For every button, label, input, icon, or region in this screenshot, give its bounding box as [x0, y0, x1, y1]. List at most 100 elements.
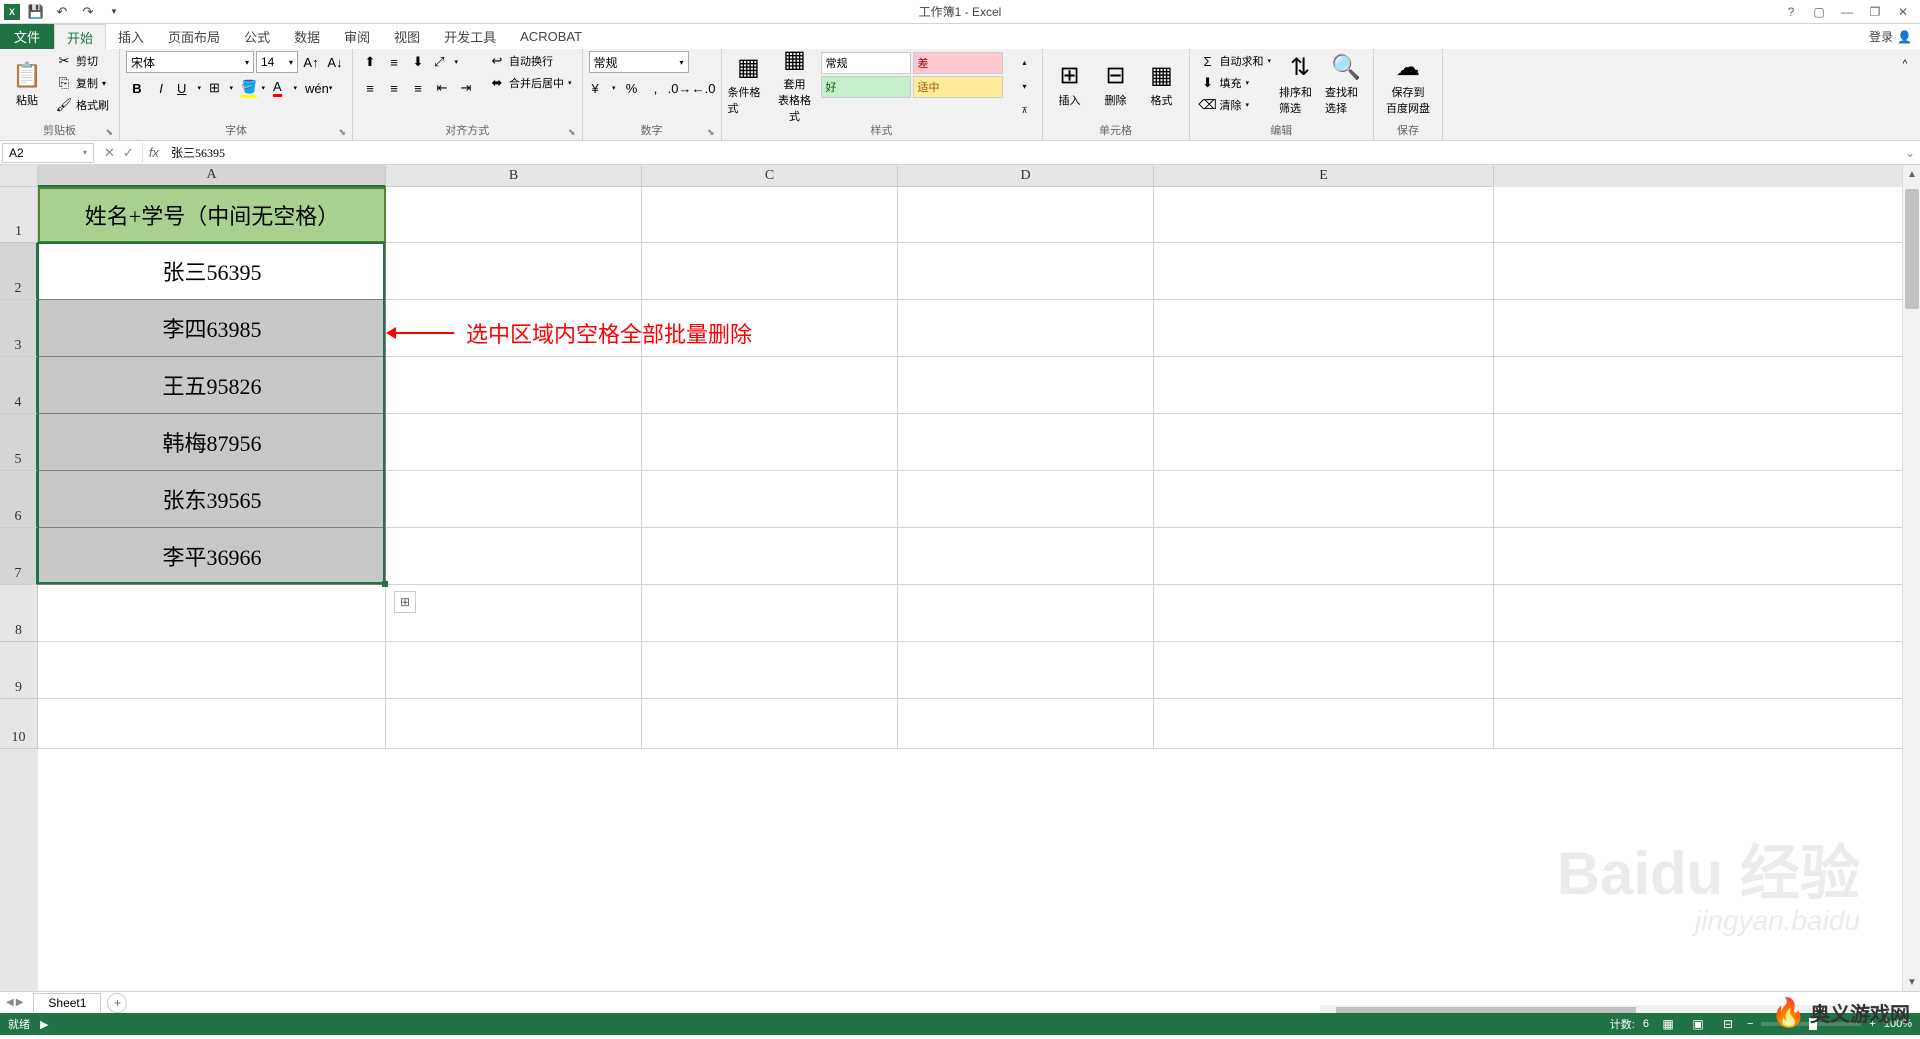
sheet-nav-prev-icon[interactable]: ◀: [6, 997, 14, 1008]
row-header-9[interactable]: 9: [0, 642, 38, 699]
cell-A1[interactable]: 姓名+学号（中间无空格）: [38, 187, 386, 243]
cell-E5[interactable]: [1154, 414, 1494, 471]
tab-home[interactable]: 开始: [54, 24, 106, 49]
font-name-select[interactable]: 宋体▾: [126, 51, 254, 73]
cell-E9[interactable]: [1154, 642, 1494, 699]
cells-area[interactable]: 姓名+学号（中间无空格）张三56395李四63985王五95826韩梅87956…: [38, 187, 1902, 991]
cut-button[interactable]: ✂剪切: [52, 51, 113, 71]
percent-button[interactable]: %: [621, 77, 643, 99]
cell-C8[interactable]: [642, 585, 898, 642]
cell-B6[interactable]: [386, 471, 642, 528]
cell-A10[interactable]: [38, 699, 386, 749]
scroll-down-icon[interactable]: ▼: [1903, 973, 1920, 991]
col-header-E[interactable]: E: [1154, 165, 1494, 187]
select-all-corner[interactable]: [0, 165, 38, 187]
cell-B8[interactable]: [386, 585, 642, 642]
border-button[interactable]: ⊞▾: [206, 77, 236, 99]
align-bottom-icon[interactable]: ⬇: [407, 51, 429, 73]
cell-A6[interactable]: 张东39565: [38, 471, 386, 528]
ribbon-options-icon[interactable]: ▢: [1806, 2, 1832, 22]
cell-D2[interactable]: [898, 243, 1154, 300]
row-header-2[interactable]: 2: [0, 243, 38, 300]
tab-acrobat[interactable]: ACROBAT: [508, 24, 594, 49]
indent-increase-icon[interactable]: ⇥: [455, 77, 477, 99]
cell-E10[interactable]: [1154, 699, 1494, 749]
currency-button[interactable]: ¥▾: [589, 77, 619, 99]
cell-B2[interactable]: [386, 243, 642, 300]
cell-B7[interactable]: [386, 528, 642, 585]
autosum-button[interactable]: Σ自动求和▾: [1196, 51, 1276, 71]
scroll-thumb[interactable]: [1905, 189, 1919, 309]
align-left-icon[interactable]: ≡: [359, 77, 381, 99]
cell-C5[interactable]: [642, 414, 898, 471]
cell-A2[interactable]: 张三56395: [38, 243, 386, 300]
selection-handle[interactable]: [382, 581, 388, 587]
add-sheet-button[interactable]: +: [107, 993, 127, 1013]
cell-D3[interactable]: [898, 300, 1154, 357]
find-select-button[interactable]: 🔍查找和选择: [1325, 51, 1367, 117]
qat-redo-icon[interactable]: ↷: [78, 2, 98, 22]
cell-D5[interactable]: [898, 414, 1154, 471]
qat-undo-icon[interactable]: ↶: [52, 2, 72, 22]
col-header-B[interactable]: B: [386, 165, 642, 187]
save-baidu-button[interactable]: ☁保存到 百度网盘: [1380, 51, 1436, 117]
align-middle-icon[interactable]: ≡: [383, 51, 405, 73]
style-bad[interactable]: 差: [913, 52, 1003, 74]
cell-D4[interactable]: [898, 357, 1154, 414]
row-header-10[interactable]: 10: [0, 699, 38, 749]
phonetic-button[interactable]: wén▾: [302, 77, 332, 99]
align-launcher-icon[interactable]: ⬊: [568, 127, 576, 138]
zoom-level[interactable]: 100%: [1884, 1018, 1912, 1030]
cell-E6[interactable]: [1154, 471, 1494, 528]
row-header-7[interactable]: 7: [0, 528, 38, 585]
row-header-3[interactable]: 3: [0, 300, 38, 357]
increase-font-icon[interactable]: A↑: [300, 51, 322, 73]
increase-decimal-icon[interactable]: .0→: [669, 77, 691, 99]
view-normal-icon[interactable]: ▦: [1657, 1015, 1679, 1033]
cell-A8[interactable]: [38, 585, 386, 642]
tab-file[interactable]: 文件: [0, 24, 54, 49]
row-header-5[interactable]: 5: [0, 414, 38, 471]
collapse-ribbon-icon[interactable]: ^: [1894, 53, 1916, 75]
gallery-more-icon[interactable]: ⊼: [1014, 99, 1036, 121]
copy-button[interactable]: ⎘复制▾: [52, 73, 113, 93]
cell-D7[interactable]: [898, 528, 1154, 585]
view-pagebreak-icon[interactable]: ⊟: [1717, 1015, 1739, 1033]
clear-button[interactable]: ⌫清除▾: [1196, 95, 1276, 115]
insert-cells-button[interactable]: ⊞插入: [1049, 51, 1091, 117]
zoom-out-icon[interactable]: −: [1747, 1018, 1753, 1030]
cell-B5[interactable]: [386, 414, 642, 471]
conditional-format-button[interactable]: ▦条件格式: [728, 51, 770, 117]
col-header-C[interactable]: C: [642, 165, 898, 187]
cancel-edit-icon[interactable]: ✕: [104, 145, 115, 161]
cell-C7[interactable]: [642, 528, 898, 585]
cell-C10[interactable]: [642, 699, 898, 749]
delete-cells-button[interactable]: ⊟删除: [1095, 51, 1137, 117]
col-header-D[interactable]: D: [898, 165, 1154, 187]
italic-button[interactable]: I: [150, 77, 172, 99]
table-format-button[interactable]: ▦套用 表格格式: [774, 51, 816, 117]
decrease-decimal-icon[interactable]: ←.0: [693, 77, 715, 99]
cell-styles-gallery[interactable]: 常规 差 好 适中: [820, 51, 1010, 99]
cell-E4[interactable]: [1154, 357, 1494, 414]
macro-record-icon[interactable]: ▶: [40, 1018, 48, 1031]
paste-button[interactable]: 📋 粘贴: [6, 51, 48, 117]
cell-C9[interactable]: [642, 642, 898, 699]
restore-icon[interactable]: ❐: [1862, 2, 1888, 22]
fx-icon[interactable]: fx: [143, 145, 165, 160]
underline-button[interactable]: U▾: [174, 77, 204, 99]
fill-button[interactable]: ⬇填充▾: [1196, 73, 1276, 93]
align-top-icon[interactable]: ⬆: [359, 51, 381, 73]
cell-A4[interactable]: 王五95826: [38, 357, 386, 414]
col-header-A[interactable]: A: [38, 165, 386, 187]
font-size-select[interactable]: 14▾: [256, 51, 298, 73]
style-neutral[interactable]: 适中: [913, 76, 1003, 98]
view-pagelayout-icon[interactable]: ▣: [1687, 1015, 1709, 1033]
cell-B4[interactable]: [386, 357, 642, 414]
cell-D9[interactable]: [898, 642, 1154, 699]
tab-view[interactable]: 视图: [382, 24, 432, 49]
format-cells-button[interactable]: ▦格式: [1141, 51, 1183, 117]
help-icon[interactable]: ?: [1778, 2, 1804, 22]
align-center-icon[interactable]: ≡: [383, 77, 405, 99]
comma-button[interactable]: ,: [645, 77, 667, 99]
